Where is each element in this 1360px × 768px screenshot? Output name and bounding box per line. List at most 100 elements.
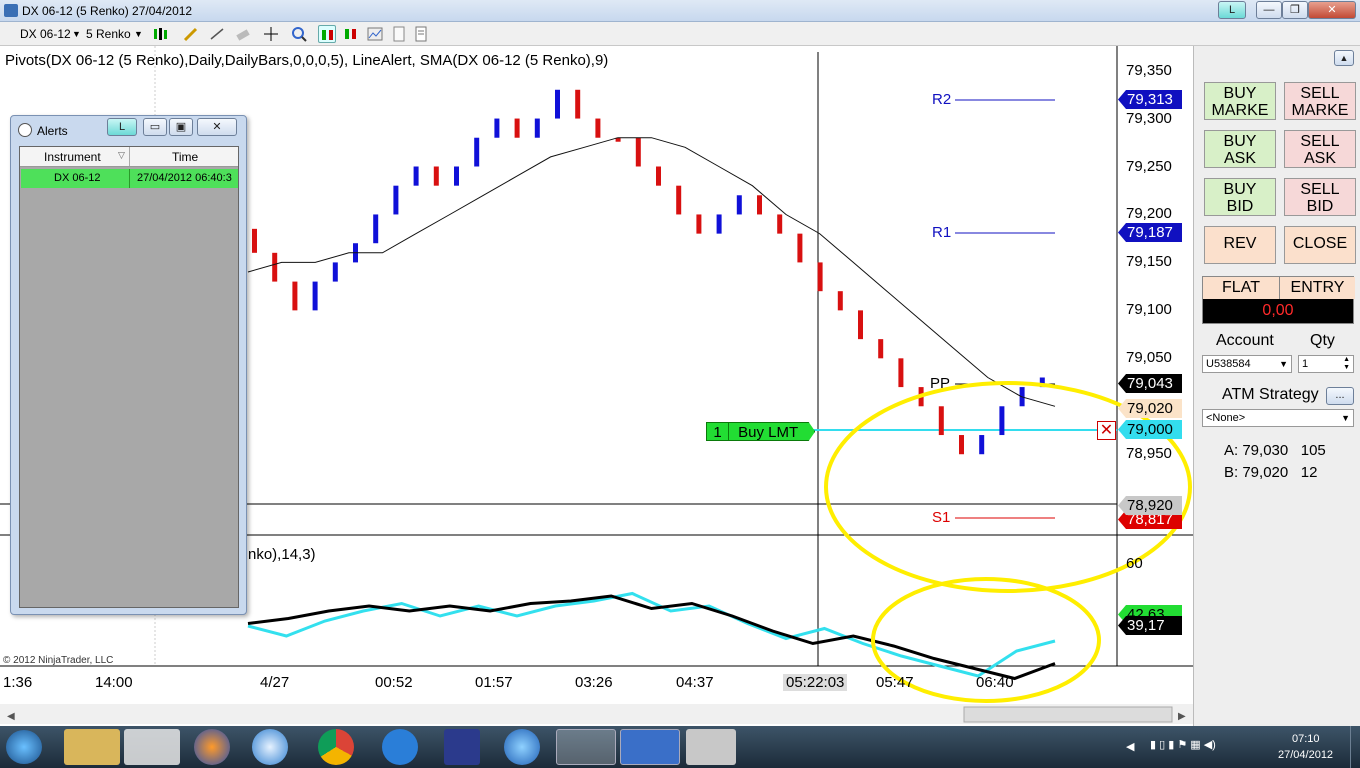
buy-bid-line1: BUY	[1223, 181, 1257, 198]
tray-chevron-icon[interactable]: ◀	[1126, 740, 1134, 753]
app-icon	[4, 4, 18, 17]
indicators-icon[interactable]	[342, 25, 360, 43]
scroll-left-icon[interactable]: ◀	[7, 711, 15, 722]
firefox-taskbar-icon[interactable]	[194, 729, 230, 765]
safari-taskbar-icon[interactable]	[252, 729, 288, 765]
atm-more-button[interactable]: ...	[1326, 387, 1354, 405]
renko-brick	[635, 137, 641, 167]
price-tick: 79,250	[1126, 157, 1172, 175]
period-selector[interactable]: 5 Renko	[86, 25, 131, 43]
clock-icon	[18, 123, 32, 137]
time-tick: 01:57	[475, 674, 513, 691]
account-value: U538584	[1206, 358, 1251, 370]
sell-bid-line1: SELL	[1300, 181, 1340, 198]
sort-icon[interactable]: ▽	[118, 150, 125, 161]
alerts-restore-button[interactable]: ▣	[169, 118, 193, 136]
renko-brick	[777, 214, 783, 234]
qty-label: Qty	[1310, 332, 1335, 349]
sell-market-button[interactable]: SELL MARKE	[1284, 82, 1356, 120]
sell-ask-button[interactable]: SELL ASK	[1284, 130, 1356, 168]
reverse-button[interactable]: REV	[1204, 226, 1276, 264]
clock-date[interactable]: 27/04/2012	[1278, 749, 1333, 761]
cancel-order-icon[interactable]: ✕	[1097, 421, 1116, 440]
renko-brick	[454, 166, 459, 186]
link-button[interactable]: L	[1218, 1, 1246, 19]
properties-icon[interactable]	[412, 25, 430, 43]
close-position-button[interactable]: CLOSE	[1284, 226, 1356, 264]
renko-brick	[595, 118, 601, 138]
column-time[interactable]: Time	[172, 150, 198, 164]
eraser-icon[interactable]	[234, 25, 252, 43]
account-select[interactable]: U538584 ▼	[1202, 355, 1292, 373]
internet-explorer-taskbar-icon[interactable]	[382, 729, 418, 765]
sell-bid-button[interactable]: SELL BID	[1284, 178, 1356, 216]
data-box-icon[interactable]	[390, 25, 408, 43]
itunes-taskbar-icon[interactable]	[504, 729, 540, 765]
explorer-taskbar-icon[interactable]	[64, 729, 120, 765]
paint-taskbar-icon[interactable]	[686, 729, 736, 765]
stoch-axis-tick: 60	[1126, 555, 1143, 572]
alerts-grid[interactable]: Instrument ▽ Time DX 06-12 27/04/2012 06…	[19, 146, 239, 608]
collapse-up-icon[interactable]: ▲	[1334, 50, 1354, 66]
ninjatrader-taskbar-icon[interactable]	[556, 729, 616, 765]
renko-brick	[999, 406, 1005, 436]
qty-value: 1	[1302, 358, 1309, 370]
column-instrument[interactable]: Instrument	[44, 150, 101, 164]
start-button[interactable]	[6, 730, 42, 764]
buy-limit-order[interactable]: 1 Buy LMT	[706, 422, 816, 441]
buy-market-button[interactable]: BUY MARKE	[1204, 82, 1276, 120]
renko-brick	[938, 406, 944, 436]
r1-price-tag: 79,187	[1118, 223, 1182, 242]
minimize-button[interactable]: —	[1256, 1, 1282, 19]
strategies-icon[interactable]	[366, 25, 384, 43]
bid-quote: B: 79,020 12	[1224, 464, 1318, 481]
renko-brick	[575, 89, 581, 119]
close-button[interactable]: ✕	[1308, 1, 1356, 19]
price-tick: 79,050	[1126, 349, 1172, 367]
indicator-title: Pivots(DX 06-12 (5 Renko),Daily,DailyBar…	[5, 52, 609, 69]
sell-market-line1: SELL	[1300, 85, 1340, 102]
stepper-icon[interactable]: ▲ ▼	[1343, 356, 1350, 372]
price-tick: 78,950	[1126, 445, 1172, 463]
zoom-icon[interactable]	[290, 25, 308, 43]
pencil-icon[interactable]	[182, 25, 200, 43]
alerts-minimize-button[interactable]: ▭	[143, 118, 167, 136]
r2-price-tag: 79,313	[1118, 90, 1182, 109]
chevron-down-icon[interactable]: ▼	[134, 25, 143, 43]
alert-row[interactable]: DX 06-12 27/04/2012 06:40:3	[21, 169, 238, 188]
renko-brick	[858, 310, 863, 340]
ib-taskbar-icon[interactable]	[620, 729, 680, 765]
scroll-right-icon[interactable]: ▶	[1178, 711, 1186, 722]
alerts-close-button[interactable]: ✕	[197, 118, 237, 136]
crosshair-icon[interactable]	[262, 25, 280, 43]
instrument-selector[interactable]: DX 06-12	[20, 25, 71, 43]
draw-tools-icon[interactable]	[208, 25, 226, 43]
alerts-link-button[interactable]: L	[107, 118, 137, 136]
buy-ask-button[interactable]: BUY ASK	[1204, 130, 1276, 168]
scrollbar-thumb[interactable]	[963, 706, 1173, 723]
renko-brick	[716, 214, 722, 234]
bar-style-icon[interactable]	[152, 25, 170, 43]
tray-icons[interactable]: ▮ ▯ ▮ ⚑ ▦ ◀)	[1150, 738, 1216, 751]
clock-time[interactable]: 07:10	[1292, 733, 1320, 745]
alerts-window[interactable]: Alerts L ▭ ▣ ✕ Instrument ▽ Time DX 06-1…	[10, 115, 247, 615]
position-status: FLAT	[1203, 277, 1279, 299]
show-desktop-button[interactable]	[1350, 726, 1360, 768]
atm-strategy-select[interactable]: <None> ▼	[1202, 409, 1354, 427]
buy-ask-line1: BUY	[1223, 133, 1257, 150]
chevron-down-icon[interactable]: ▼	[72, 25, 81, 43]
quantity-stepper[interactable]: 1 ▲ ▼	[1298, 355, 1354, 373]
media-player-taskbar-icon[interactable]	[124, 729, 180, 765]
time-tick: 04:37	[676, 674, 714, 691]
windows-taskbar: ◀ ▮ ▯ ▮ ⚑ ▦ ◀) 07:10 27/04/2012	[0, 726, 1360, 768]
chevron-down-icon: ▼	[1341, 413, 1350, 423]
buy-bid-button[interactable]: BUY BID	[1204, 178, 1276, 216]
renko-brick	[676, 185, 682, 215]
renko-brick	[413, 166, 419, 186]
chrome-taskbar-icon[interactable]	[318, 729, 354, 765]
cursor-time-label: 05:22:03	[783, 674, 848, 691]
sell-market-line2: MARKE	[1291, 102, 1349, 119]
chart-trader-icon[interactable]	[318, 25, 336, 43]
restore-button[interactable]: ❐	[1282, 1, 1308, 19]
app-taskbar-icon[interactable]	[444, 729, 480, 765]
